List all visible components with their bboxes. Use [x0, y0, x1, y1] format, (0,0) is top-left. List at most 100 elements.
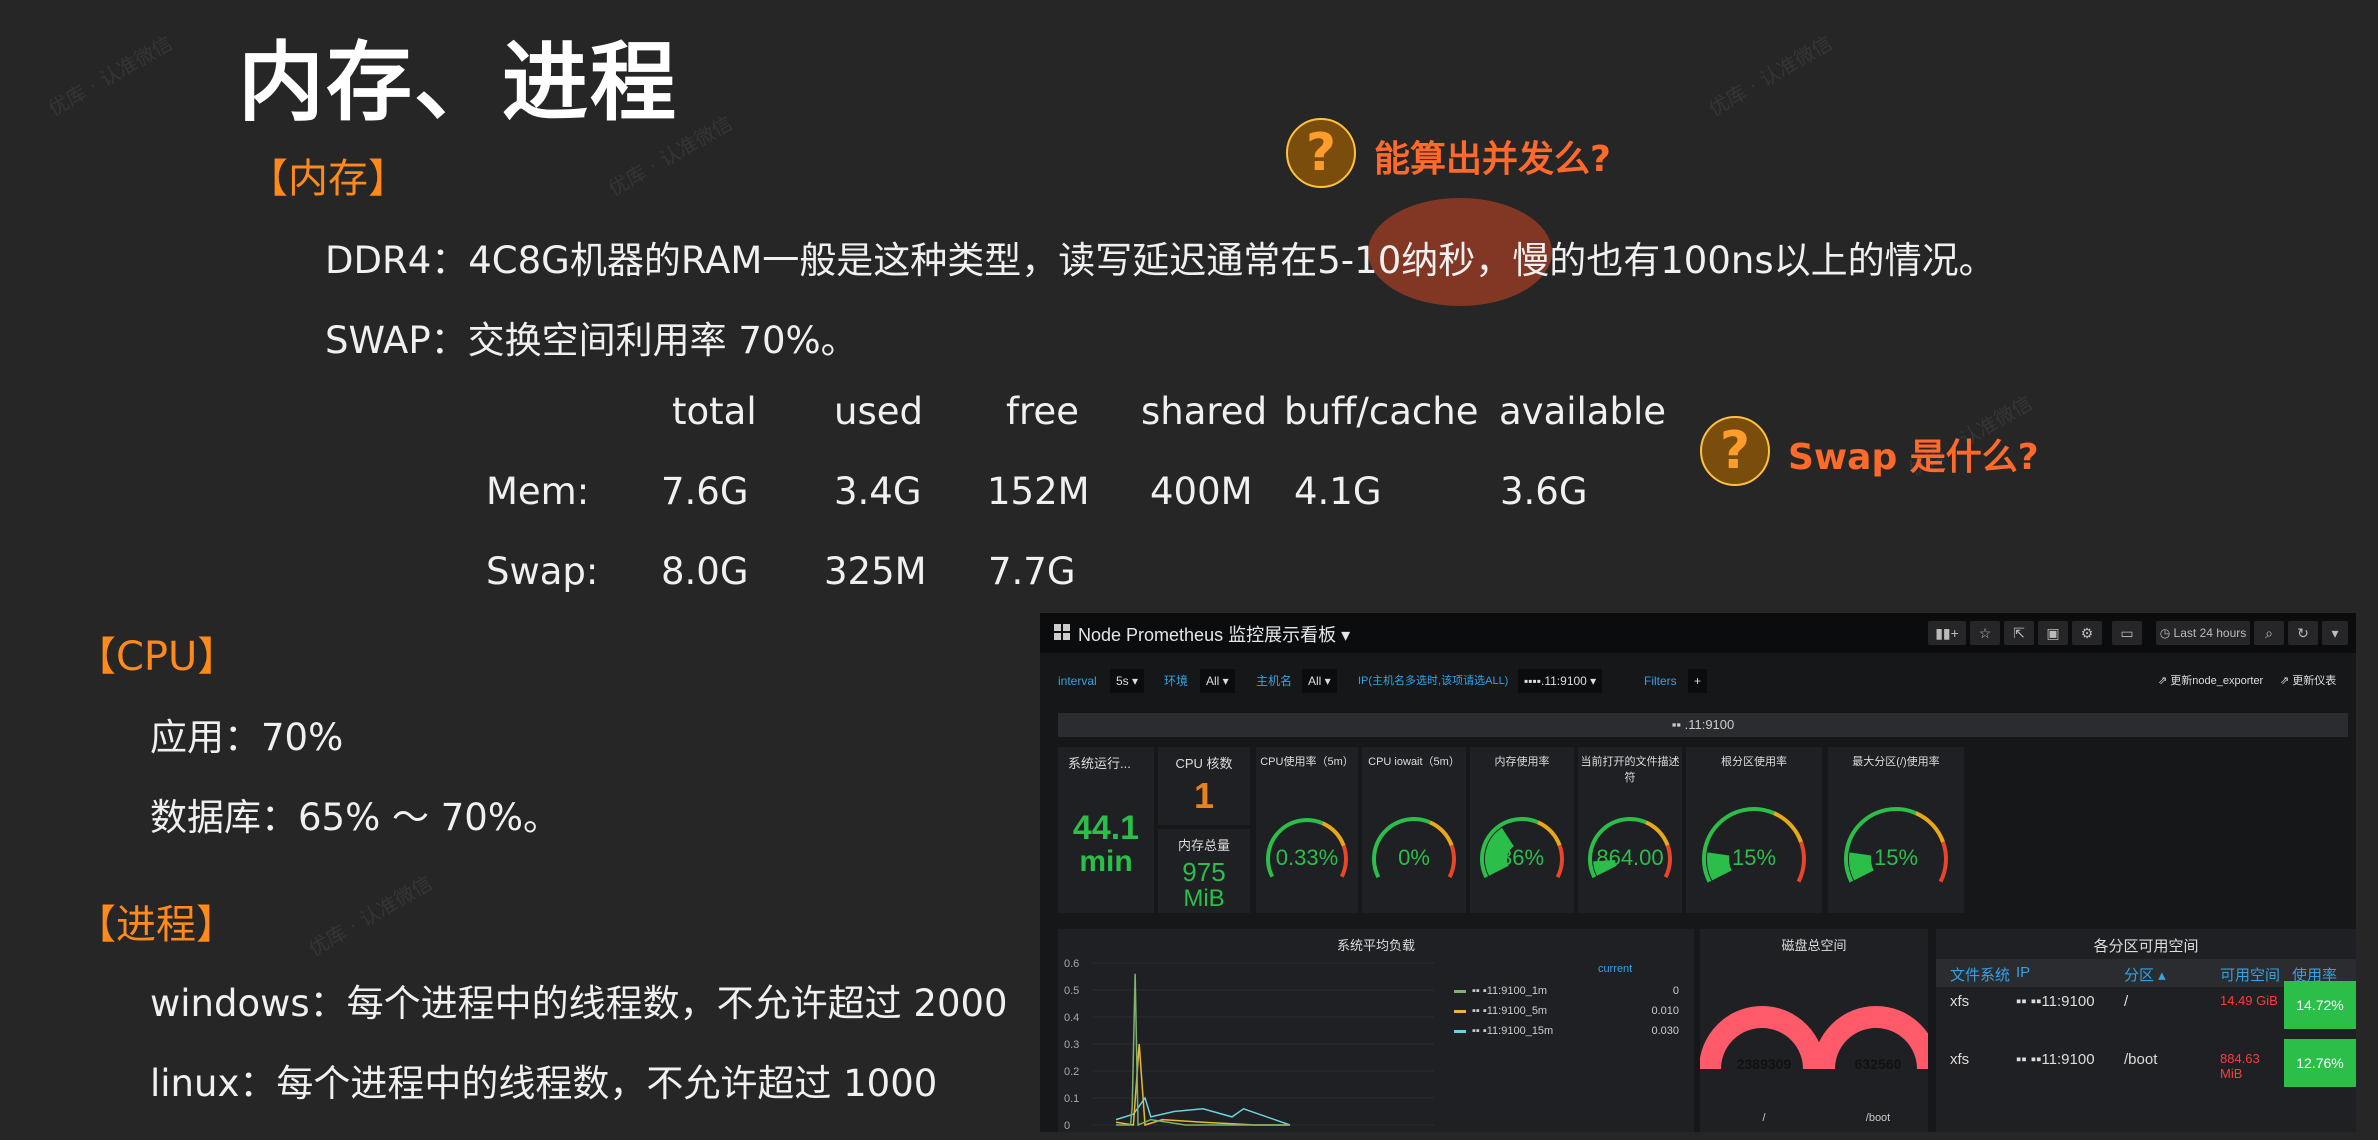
mem-cell: 3.4G: [834, 470, 922, 513]
y-tick: 0.6: [1064, 958, 1079, 970]
grid-icon: [1054, 624, 1070, 640]
legend-item[interactable]: ▪▪ ▪11:9100_5m 0.010: [1454, 1005, 1679, 1017]
ddr4-line: DDR4：4C8G机器的RAM一般是这种类型，读写延迟通常在5-10纳秒，慢的也…: [325, 230, 2378, 284]
cpu-db-line: 数据库：65% ～ 70%。: [150, 796, 560, 839]
th[interactable]: 文件系统: [1950, 964, 2010, 985]
gauge-arc: [1266, 818, 1348, 878]
y-tick: 0.3: [1064, 1039, 1079, 1051]
clock-icon: ◷: [2159, 626, 2174, 640]
usage-cell: 12.76%: [2284, 1039, 2356, 1087]
y-tick: 0.2: [1064, 1066, 1079, 1078]
legend-value: 0.030: [1651, 1025, 1679, 1037]
time-range-picker[interactable]: ◷ Last 24 hours: [2156, 621, 2250, 645]
legend-item[interactable]: ▪▪ ▪11:9100_1m 0: [1454, 985, 1679, 997]
gauge-value: 864.00: [1596, 845, 1664, 870]
watermark: 优库 · 认准微信: [44, 30, 177, 121]
gauge-arc: [1480, 817, 1564, 879]
legend-name: ▪▪ ▪11:9100_1m: [1472, 985, 1548, 997]
ddr4-text-after: ，慢的也有100ns以上的情况。: [1475, 239, 1996, 282]
ddr4-text-before: DDR4：4C8G机器的RAM一般是这种类型，读写延迟通常在: [325, 239, 1318, 282]
load-series-line: [1115, 1096, 1291, 1126]
panel-title: CPU 核数: [1175, 756, 1233, 771]
gauge-value: 15%: [1731, 845, 1777, 870]
cpu-heading: 【CPU】: [76, 634, 238, 680]
disk-label: /boot: [1865, 1112, 1891, 1124]
var-select-env[interactable]: All ▾: [1200, 669, 1235, 693]
panel-title: 系统运行...: [1068, 756, 1131, 771]
table-cell: /: [2124, 993, 2129, 1010]
var-label: interval: [1058, 674, 1097, 688]
usage-cell: 14.72%: [2284, 981, 2356, 1029]
watermark: 优库 · 认准微信: [304, 870, 437, 961]
star-icon[interactable]: ☆: [1970, 621, 2000, 645]
var-label: 环境: [1164, 674, 1189, 688]
mem-row-label: Mem:: [486, 470, 590, 513]
legend-name: ▪▪ ▪11:9100_5m: [1472, 1005, 1548, 1017]
gear-icon[interactable]: ⚙: [2072, 621, 2102, 645]
dashboard-topbar: Node Prometheus 监控展示看板 ▾ ▮▮+ ☆ ⇱ ▣ ⚙ ▭ ◷…: [1040, 613, 2356, 653]
var-select-ip[interactable]: ▪▪▪▪.11:9100 ▾: [1518, 669, 1603, 693]
gauge-arc: [1372, 817, 1456, 879]
table-cell: /boot: [2124, 1051, 2158, 1068]
table-cell: xfs: [1950, 993, 1970, 1010]
save-icon[interactable]: ▣: [2038, 621, 2068, 645]
mem-total-value: 975: [1182, 857, 1226, 887]
table-cell: xfs: [1950, 1051, 1970, 1068]
legend-swatch: [1454, 1009, 1466, 1013]
mem-total-unit: MiB: [1183, 885, 1225, 912]
zoom-icon[interactable]: ⌕: [2254, 621, 2284, 645]
mem-cell: 3.6G: [1500, 470, 1588, 513]
var-label: 主机名: [1256, 674, 1293, 688]
question-concurrency: 能算出并发么?: [1374, 139, 1611, 180]
y-tick: 0.1: [1064, 1093, 1079, 1105]
mem-header-used: used: [834, 390, 923, 433]
legend-swatch: [1454, 1029, 1466, 1033]
panel-partitions: 各分区可用空间 文件系统 IP 分区 ▴ 可用空间 使用率 xfs ▪▪ ▪▪11…: [1936, 929, 2356, 1132]
var-select-host[interactable]: All ▾: [1302, 669, 1337, 693]
watermark: 优库 · 认准微信: [1704, 30, 1837, 121]
panel-gauge: 最大分区(/)使用率 15%: [1828, 747, 1964, 913]
add-filter-button[interactable]: +: [1688, 669, 1708, 693]
legend-value: 0.010: [1651, 1005, 1679, 1017]
memory-heading: 【内存】: [248, 156, 408, 202]
link-update-exporter[interactable]: ⇗ 更新node_exporter: [2158, 669, 2263, 693]
th[interactable]: 可用空间: [2220, 964, 2280, 985]
linux-line: linux：每个进程中的线程数，不允许超过 1000: [150, 1062, 938, 1105]
process-heading: 【进程】: [76, 902, 236, 948]
uptime-unit: min: [1079, 845, 1133, 878]
table-cell: 884.63 MiB: [2220, 1051, 2260, 1081]
legend-item[interactable]: ▪▪ ▪11:9100_15m 0.030: [1454, 1025, 1679, 1037]
link-update-dashboard[interactable]: ⇗ 更新仪表: [2280, 669, 2336, 693]
legend-swatch: [1454, 989, 1466, 993]
question-swap: Swap 是什么?: [1788, 437, 2039, 478]
link-label: 更新node_exporter: [2170, 675, 2264, 687]
th[interactable]: IP: [2016, 964, 2030, 981]
var-select-interval[interactable]: 5s ▾: [1110, 669, 1145, 693]
monitor-icon[interactable]: ▭: [2112, 621, 2142, 645]
var-label: Filters: [1644, 674, 1677, 688]
share-icon[interactable]: ⇱: [2004, 621, 2034, 645]
refresh-icon[interactable]: ↻: [2288, 621, 2318, 645]
table-cell: ▪▪ ▪▪11:9100: [2016, 1051, 2095, 1068]
disk-value: 2389309: [1736, 1056, 1792, 1072]
mem-header-available: available: [1499, 390, 1667, 433]
gauge-arc: [1702, 807, 1806, 883]
cpu-cores-value: 1: [1193, 775, 1215, 816]
panel-cpu-cores: CPU 核数 1: [1158, 747, 1250, 825]
row-header[interactable]: ▪▪ .11:9100: [1058, 713, 2348, 737]
dashboard-title[interactable]: Node Prometheus 监控展示看板 ▾: [1078, 621, 1350, 647]
th[interactable]: 分区 ▴: [2124, 964, 2166, 985]
mem-header-buffcache: buff/cache: [1284, 390, 1479, 433]
panel-mem-total: 内存总量 975 MiB: [1158, 829, 1250, 913]
panel-gauge: 内存使用率 36%: [1470, 747, 1574, 913]
question-icon: ?: [1700, 416, 1770, 486]
chevron-down-icon[interactable]: ▾: [2322, 621, 2348, 645]
mem-cell: 325M: [824, 550, 927, 593]
add-panel-icon[interactable]: ▮▮+: [1928, 621, 1966, 645]
gauge-value: 0.33%: [1275, 845, 1339, 870]
swap-row-label: Swap:: [486, 550, 599, 593]
gauge-value: 0%: [1398, 845, 1430, 870]
dashboard: Node Prometheus 监控展示看板 ▾ ▮▮+ ☆ ⇱ ▣ ⚙ ▭ ◷…: [1040, 613, 2356, 1132]
link-label: 更新仪表: [2292, 675, 2337, 687]
mem-cell: 400M: [1150, 470, 1253, 513]
